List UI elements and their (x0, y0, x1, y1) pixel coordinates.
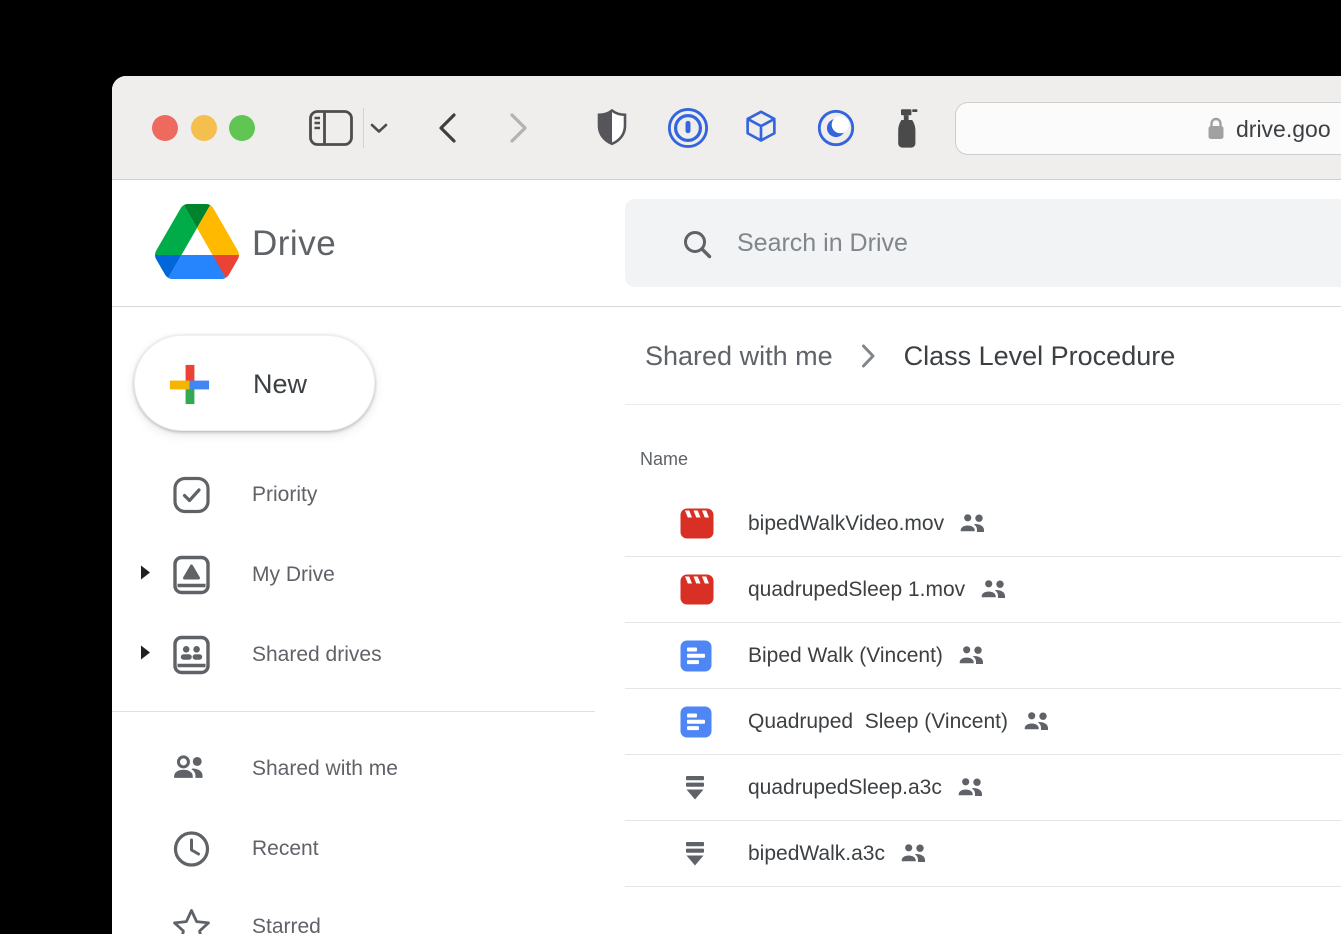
shared-people-icon (980, 579, 1009, 600)
expand-arrow-icon[interactable] (140, 565, 151, 586)
search-input[interactable] (737, 199, 1337, 287)
back-icon[interactable] (436, 112, 458, 144)
breadcrumb-current[interactable]: Class Level Procedure (904, 341, 1176, 372)
binary-file-icon (680, 774, 748, 801)
star-icon (171, 908, 211, 934)
onepassword-extension-icon[interactable] (667, 107, 709, 149)
shared-people-icon (1023, 711, 1052, 732)
spray-extension-icon[interactable] (895, 108, 922, 150)
sidebar-item-label: Shared with me (252, 757, 398, 780)
browser-toolbar: drive.goo (112, 76, 1341, 180)
privacy-shield-icon[interactable] (597, 109, 627, 146)
sidebar-divider (112, 711, 595, 712)
file-row[interactable]: bipedWalkVideo.mov (625, 491, 1341, 557)
shared-people-icon (958, 645, 987, 666)
address-bar[interactable]: drive.goo (955, 102, 1341, 155)
file-list-panel: Shared with me Class Level Procedure Nam… (625, 308, 1341, 934)
new-button-label: New (253, 368, 308, 399)
video-file-icon (680, 508, 748, 539)
shared-people-icon (957, 777, 986, 798)
sidebar-toggle-icon[interactable] (309, 110, 353, 146)
expand-arrow-icon[interactable] (140, 645, 151, 666)
file-row[interactable]: quadrupedSleep 1.mov (625, 557, 1341, 623)
shared-with-me-icon (171, 752, 211, 787)
file-row[interactable]: Biped Walk (Vincent) (625, 623, 1341, 689)
drive-wordmark: Drive (252, 223, 337, 263)
file-row[interactable]: quadrupedSleep.a3c (625, 755, 1341, 821)
sidebar-item-shared-drives[interactable]: Shared drives (112, 623, 612, 687)
binary-file-icon (680, 840, 748, 867)
sidebar-item-shared-with-me[interactable]: Shared with me (112, 737, 612, 801)
docs-file-icon (680, 640, 748, 672)
sidebar-item-starred[interactable]: Starred (112, 895, 612, 934)
sidebar-item-label: Starred (252, 915, 321, 934)
my-drive-icon (171, 555, 211, 595)
file-name: Biped Walk (Vincent) (748, 643, 943, 667)
breadcrumb-chevron-icon (861, 343, 876, 369)
cube-extension-icon[interactable] (740, 107, 782, 149)
file-row[interactable]: bipedWalk.a3c (625, 821, 1341, 887)
new-plus-icon (169, 364, 210, 405)
file-name: quadrupedSleep.a3c (748, 775, 942, 799)
minimize-window-button[interactable] (191, 115, 217, 141)
forward-icon[interactable] (508, 112, 530, 144)
new-button[interactable]: New (134, 335, 375, 431)
close-window-button[interactable] (152, 115, 178, 141)
name-column-header[interactable]: Name (640, 449, 688, 470)
file-rows: bipedWalkVideo.mov quadrupedSleep 1.mov … (625, 491, 1341, 887)
drive-header: Drive (112, 180, 1341, 307)
sidebar-item-label: Recent (252, 837, 319, 860)
file-name: bipedWalkVideo.mov (748, 511, 945, 535)
lock-icon (1208, 117, 1224, 139)
recent-clock-icon (171, 831, 211, 868)
shared-drives-icon (171, 635, 211, 675)
drive-search-bar[interactable] (625, 199, 1341, 287)
sidebar-item-label: My Drive (252, 563, 335, 586)
breadcrumb: Shared with me Class Level Procedure (645, 334, 1175, 378)
sidebar-item-recent[interactable]: Recent (112, 817, 612, 881)
priority-check-icon (171, 476, 211, 514)
sidebar-item-label: Shared drives (252, 643, 382, 666)
docs-file-icon (680, 706, 748, 738)
shared-people-icon (900, 843, 929, 864)
file-name: Quadruped Sleep (Vincent) (748, 709, 1008, 733)
browser-window: drive.goo Drive Search in Drive New Prio… (112, 76, 1341, 934)
url-text: drive.goo (1236, 116, 1331, 142)
sidebar-item-label: Priority (252, 483, 318, 506)
video-file-icon (680, 574, 748, 605)
shared-people-icon (959, 513, 988, 534)
zoom-window-button[interactable] (229, 115, 255, 141)
sidebar-item-my-drive[interactable]: My Drive (112, 543, 612, 607)
breadcrumb-divider (625, 404, 1341, 405)
toolbar-separator (363, 108, 364, 148)
file-row[interactable]: Quadruped Sleep (Vincent) (625, 689, 1341, 755)
search-icon[interactable] (681, 228, 713, 260)
tab-overview-chevron-icon[interactable] (370, 123, 388, 134)
moon-extension-icon[interactable] (815, 107, 857, 149)
sidebar-item-priority[interactable]: Priority (112, 463, 612, 527)
sidebar: New Priority My Drive Shared drives Shar… (112, 308, 612, 934)
breadcrumb-parent[interactable]: Shared with me (645, 341, 833, 372)
file-name: bipedWalk.a3c (748, 841, 885, 865)
drive-body: New Priority My Drive Shared drives Shar… (112, 308, 1341, 934)
google-drive-logo-icon[interactable] (155, 204, 239, 279)
file-name: quadrupedSleep 1.mov (748, 577, 966, 601)
